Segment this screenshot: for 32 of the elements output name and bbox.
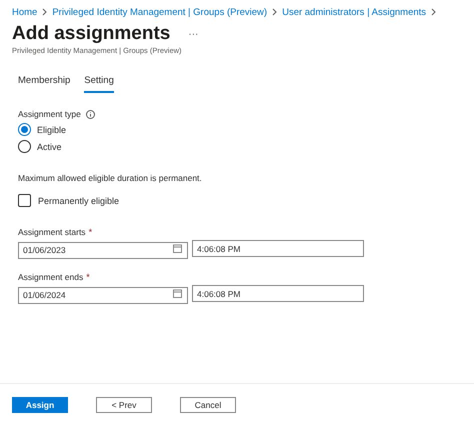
time-field[interactable]: 4:06:08 PM bbox=[192, 240, 364, 257]
field-label: Assignment starts bbox=[18, 227, 86, 237]
chevron-right-icon bbox=[431, 8, 436, 16]
assign-button[interactable]: Assign bbox=[12, 397, 68, 413]
info-icon[interactable] bbox=[86, 110, 95, 118]
field-label: Assignment ends bbox=[18, 272, 84, 282]
date-field[interactable]: 01/06/2023 bbox=[18, 242, 188, 258]
required-asterisk: * bbox=[86, 272, 90, 282]
prev-button[interactable]: < Prev bbox=[96, 397, 152, 413]
breadcrumb-link[interactable]: User administrators | Assignments bbox=[282, 6, 426, 18]
calendar-icon[interactable] bbox=[173, 289, 182, 298]
tab[interactable]: Setting bbox=[84, 71, 114, 93]
radio-button[interactable] bbox=[18, 140, 31, 153]
checkbox[interactable] bbox=[18, 194, 31, 207]
cancel-button[interactable]: Cancel bbox=[180, 397, 236, 413]
required-asterisk: * bbox=[88, 227, 92, 237]
date-field[interactable]: 01/06/2024 bbox=[18, 286, 188, 304]
calendar-icon[interactable] bbox=[173, 244, 182, 253]
breadcrumb-link[interactable]: Home bbox=[12, 6, 38, 18]
chevron-right-icon bbox=[272, 8, 278, 16]
info-text: Maximum allowed eligible duration is permanent. bbox=[18, 173, 203, 183]
more-button[interactable]: ··· bbox=[188, 28, 198, 40]
radio-label: Active bbox=[37, 142, 62, 152]
field-label: Assignment type bbox=[18, 109, 81, 119]
radio-label: Eligible bbox=[37, 124, 66, 134]
chevron-right-icon bbox=[42, 8, 48, 16]
radio-button[interactable] bbox=[18, 123, 31, 136]
checkbox-label: Permanently eligible bbox=[38, 196, 120, 206]
breadcrumb-link[interactable]: Privileged Identity Management | Groups (Preview) bbox=[52, 6, 268, 18]
page-title: Add assignments bbox=[12, 23, 170, 45]
tab[interactable]: Membership bbox=[18, 71, 70, 93]
time-field[interactable]: 4:06:08 PM bbox=[192, 285, 364, 302]
